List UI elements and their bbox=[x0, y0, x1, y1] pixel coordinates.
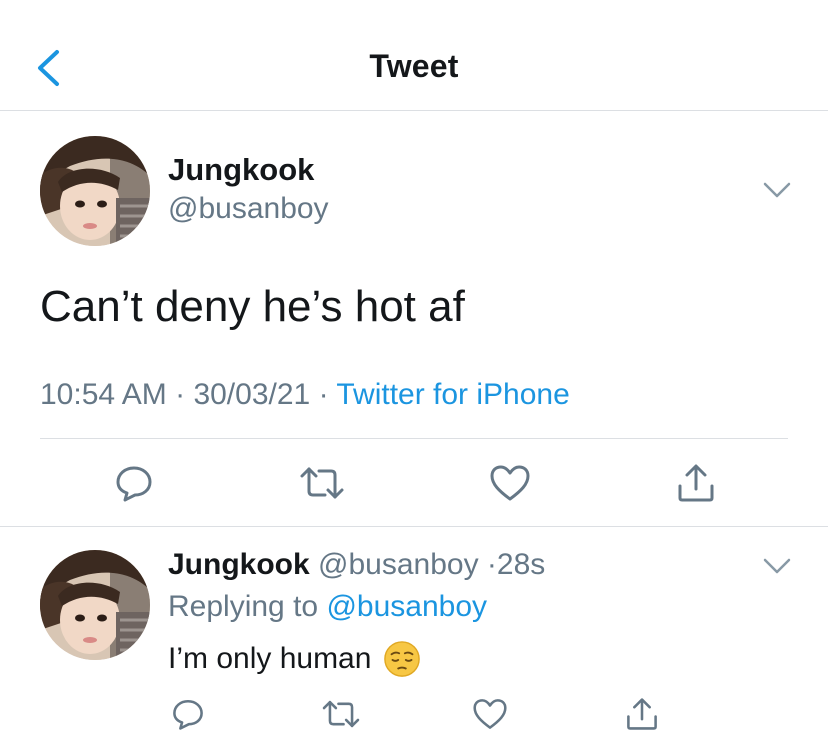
like-button[interactable] bbox=[468, 692, 512, 736]
avatar-image bbox=[40, 550, 150, 660]
page-title: Tweet bbox=[369, 48, 459, 84]
heart-icon bbox=[490, 465, 530, 501]
share-button[interactable] bbox=[620, 692, 664, 736]
author-handle[interactable]: @busanboy bbox=[168, 192, 329, 226]
reply-text: I’m only human bbox=[168, 642, 372, 675]
nav-header: Tweet bbox=[0, 0, 828, 111]
meta-separator: · bbox=[318, 378, 337, 411]
chevron-down-icon bbox=[763, 182, 791, 198]
replying-to-label: Replying to bbox=[168, 590, 319, 623]
divider bbox=[40, 438, 788, 439]
comment-icon bbox=[116, 466, 152, 502]
heart-icon bbox=[473, 699, 507, 729]
meta-separator: · bbox=[175, 378, 194, 411]
retweet-icon bbox=[322, 700, 360, 728]
meta-separator: · bbox=[478, 548, 497, 581]
pensive-face-icon bbox=[384, 641, 421, 677]
reply-button[interactable] bbox=[166, 692, 210, 736]
reply-header: Jungkook @busanboy ·28s bbox=[168, 548, 545, 582]
retweet-button[interactable] bbox=[296, 458, 348, 508]
tweet-source-link[interactable]: Twitter for iPhone bbox=[336, 378, 569, 411]
replying-to-mention[interactable]: @busanboy bbox=[326, 590, 487, 623]
retweet-icon bbox=[300, 467, 344, 499]
tweet-time: 10:54 AM bbox=[40, 378, 167, 411]
like-button[interactable] bbox=[486, 458, 534, 508]
tweet-actions bbox=[0, 458, 828, 508]
tweet-meta: 10:54 AM · 30/03/21 · Twitter for iPhone bbox=[40, 378, 570, 412]
reply-age: 28s bbox=[496, 548, 546, 581]
reply-more-options-button[interactable] bbox=[762, 556, 792, 576]
tweet-detail-screen: Tweet Jungkook @busanboy Can’t deny he’s… bbox=[0, 0, 828, 744]
author-name[interactable]: Jungkook bbox=[168, 152, 314, 188]
replying-to: Replying to @busanboy bbox=[168, 590, 487, 624]
avatar-image bbox=[40, 136, 150, 246]
chevron-down-icon bbox=[763, 558, 791, 574]
reply-button[interactable] bbox=[110, 458, 158, 508]
retweet-button[interactable] bbox=[318, 692, 364, 736]
reply-actions bbox=[0, 692, 828, 736]
avatar[interactable] bbox=[40, 136, 150, 246]
comment-icon bbox=[173, 699, 203, 730]
share-icon bbox=[627, 698, 657, 730]
reply-avatar[interactable] bbox=[40, 550, 150, 660]
reply-author-name[interactable]: Jungkook bbox=[168, 548, 310, 581]
share-icon bbox=[678, 464, 714, 502]
tweet-text: Can’t deny he’s hot af bbox=[40, 282, 465, 331]
tweet-date: 30/03/21 bbox=[193, 378, 311, 411]
divider bbox=[0, 526, 828, 527]
more-options-button[interactable] bbox=[762, 180, 792, 200]
reply-author-handle[interactable]: @busanboy bbox=[318, 548, 479, 581]
share-button[interactable] bbox=[672, 458, 720, 508]
reply-text-row: I’m only human bbox=[168, 640, 421, 678]
